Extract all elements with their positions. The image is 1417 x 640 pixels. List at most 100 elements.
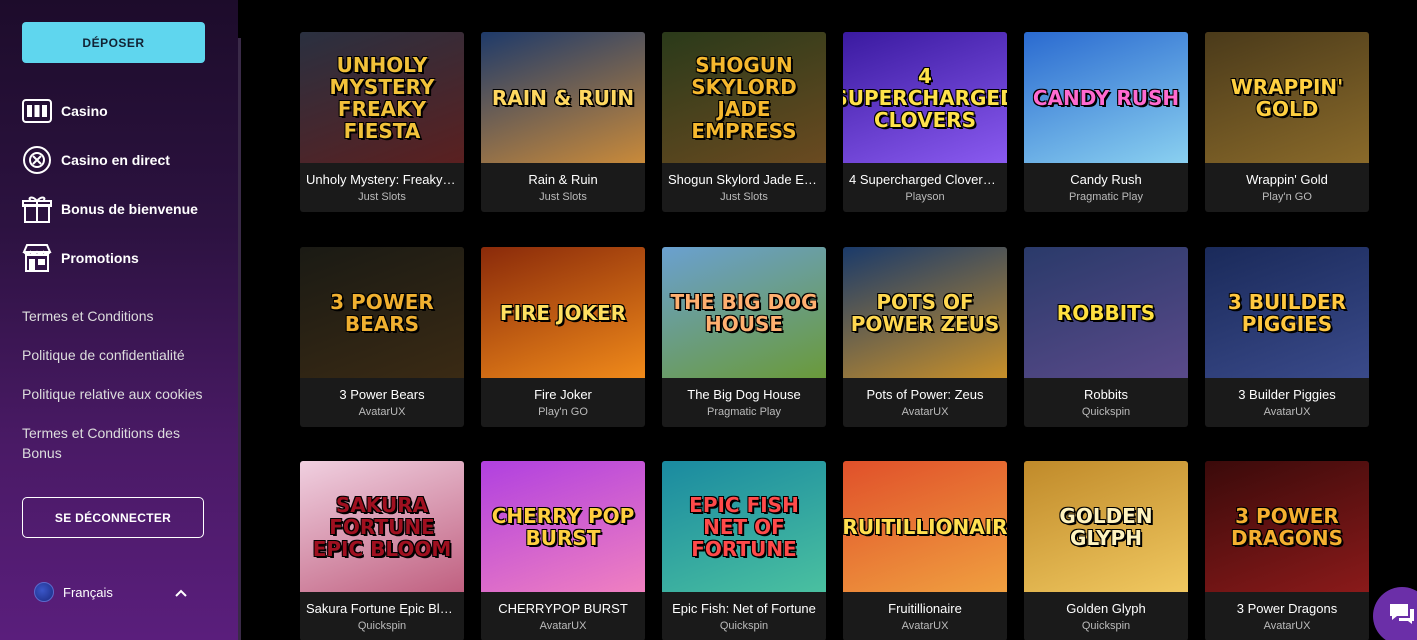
game-card[interactable]: SAKURA FORTUNE EPIC BLOOM Sakura Fortune …	[300, 461, 464, 640]
game-logo-text: FIRE JOKER	[499, 300, 627, 325]
nav-label: Promotions	[61, 250, 139, 266]
game-logo-art: 3 BUILDER PIGGIES	[1205, 247, 1369, 378]
game-logo-art: SAKURA FORTUNE EPIC BLOOM	[300, 461, 464, 592]
game-card[interactable]: FRUITILLIONAIRE Fruitillionaire AvatarUX	[843, 461, 1007, 640]
game-card[interactable]: UNHOLY MYSTERY FREAKY FIESTA Unholy Myste…	[300, 32, 464, 212]
game-card[interactable]: CANDY RUSH Candy Rush Pragmatic Play	[1024, 32, 1188, 212]
chevron-up-icon	[174, 585, 188, 603]
game-card[interactable]: SHOGUN SKYLORD JADE EMPRESS Shogun Skylor…	[662, 32, 826, 212]
game-logo-text: SAKURA FORTUNE EPIC BLOOM	[312, 492, 452, 561]
game-card[interactable]: 3 BUILDER PIGGIES 3 Builder Piggies Avatar…	[1205, 247, 1369, 427]
game-logo-art: 3 POWER DRAGONS	[1205, 461, 1369, 592]
chat-icon	[1387, 601, 1417, 632]
game-thumbnail[interactable]: SHOGUN SKYLORD JADE EMPRESS	[662, 32, 826, 163]
game-provider: Quickspin	[1081, 406, 1131, 418]
game-provider: Play'n GO	[1262, 191, 1312, 203]
game-thumbnail[interactable]: GOLDEN GLYPH	[1024, 461, 1188, 592]
game-title: Pots of Power: Zeus	[866, 387, 984, 402]
game-thumbnail[interactable]: ROBBITS	[1024, 247, 1188, 378]
game-logo-text: 3 POWER BEARS	[330, 289, 434, 336]
game-card[interactable]: CHERRY POP BURST CHERRYPOP BURST AvatarUX	[481, 461, 645, 640]
chat-button[interactable]	[1373, 587, 1417, 640]
game-title: Robbits	[1083, 387, 1129, 402]
game-provider: Just Slots	[720, 191, 768, 203]
game-logo-art: SHOGUN SKYLORD JADE EMPRESS	[662, 32, 826, 163]
globe-icon	[34, 582, 54, 602]
game-thumbnail[interactable]: SAKURA FORTUNE EPIC BLOOM	[300, 461, 464, 592]
game-logo-text: ROBBITS	[1056, 300, 1156, 325]
game-logo-art: RAIN & RUIN	[481, 32, 645, 163]
game-logo-art: POTS OF POWER ZEUS	[843, 247, 1007, 378]
game-logo-text: EPIC FISH NET OF FORTUNE	[689, 492, 799, 561]
game-logo-art: ROBBITS	[1024, 247, 1188, 378]
game-card[interactable]: THE BIG DOG HOUSE The Big Dog House Pragma…	[662, 247, 826, 427]
link-cookies[interactable]: Politique relative aux cookies	[22, 384, 212, 404]
game-logo-art: CHERRY POP BURST	[481, 461, 645, 592]
game-thumbnail[interactable]: FIRE JOKER	[481, 247, 645, 378]
game-card[interactable]: 3 POWER DRAGONS 3 Power Dragons AvatarUX	[1205, 461, 1369, 640]
nav-welcome-bonus[interactable]: Bonus de bienvenue	[22, 193, 198, 225]
chip-icon	[22, 145, 52, 175]
game-title: Rain & Ruin	[528, 172, 598, 187]
sidebar-scrollbar[interactable]	[238, 38, 241, 640]
link-privacy[interactable]: Politique de confidentialité	[22, 345, 212, 365]
game-thumbnail[interactable]: FRUITILLIONAIRE	[843, 461, 1007, 592]
game-logo-text: 4 SUPERCHARGED CLOVERS	[843, 63, 1007, 132]
game-title: Epic Fish: Net of Fortune	[672, 601, 816, 616]
game-thumbnail[interactable]: CANDY RUSH	[1024, 32, 1188, 163]
sidebar: DÉPOSER Casino Casino en direct Bonus de…	[0, 0, 238, 640]
game-thumbnail[interactable]: UNHOLY MYSTERY FREAKY FIESTA	[300, 32, 464, 163]
game-card[interactable]: 3 POWER BEARS 3 Power Bears AvatarUX	[300, 247, 464, 427]
game-thumbnail[interactable]: 3 POWER DRAGONS	[1205, 461, 1369, 592]
game-logo-text: CANDY RUSH	[1032, 85, 1180, 110]
game-card[interactable]: GOLDEN GLYPH Golden Glyph Quickspin	[1024, 461, 1188, 640]
game-provider: Just Slots	[358, 191, 406, 203]
game-logo-text: 3 BUILDER PIGGIES	[1227, 289, 1347, 336]
nav-live-casino[interactable]: Casino en direct	[22, 144, 170, 176]
game-logo-art: FRUITILLIONAIRE	[843, 461, 1007, 592]
game-card[interactable]: RAIN & RUIN Rain & Ruin Just Slots	[481, 32, 645, 212]
game-card[interactable]: 4 SUPERCHARGED CLOVERS 4 Supercharged Clo…	[843, 32, 1007, 212]
nav-promotions[interactable]: Promotions	[22, 242, 139, 274]
game-card[interactable]: WRAPPIN' GOLD Wrappin' Gold Play'n GO	[1205, 32, 1369, 212]
game-card[interactable]: EPIC FISH NET OF FORTUNE Epic Fish: Net o…	[662, 461, 826, 640]
logout-button[interactable]: SE DÉCONNECTER	[22, 497, 204, 538]
game-thumbnail[interactable]: WRAPPIN' GOLD	[1205, 32, 1369, 163]
deposit-button[interactable]: DÉPOSER	[22, 22, 205, 63]
game-logo-text: THE BIG DOG HOUSE	[670, 289, 818, 336]
game-card[interactable]: FIRE JOKER Fire Joker Play'n GO	[481, 247, 645, 427]
game-title: The Big Dog House	[687, 387, 801, 402]
game-logo-art: WRAPPIN' GOLD	[1205, 32, 1369, 163]
game-card[interactable]: POTS OF POWER ZEUS Pots of Power: Zeus Ava…	[843, 247, 1007, 427]
game-logo-art: GOLDEN GLYPH	[1024, 461, 1188, 592]
game-thumbnail[interactable]: CHERRY POP BURST	[481, 461, 645, 592]
nav-casino[interactable]: Casino	[22, 95, 108, 127]
shop-icon	[22, 243, 52, 273]
language-selector[interactable]: Français	[34, 581, 194, 603]
game-logo-text: 3 POWER DRAGONS	[1230, 503, 1344, 550]
game-thumbnail[interactable]: 3 BUILDER PIGGIES	[1205, 247, 1369, 378]
game-logo-text: SHOGUN SKYLORD JADE EMPRESS	[691, 52, 797, 143]
game-title: Golden Glyph	[1066, 601, 1146, 616]
game-title: Fire Joker	[534, 387, 592, 402]
game-thumbnail[interactable]: 4 SUPERCHARGED CLOVERS	[843, 32, 1007, 163]
game-logo-art: THE BIG DOG HOUSE	[662, 247, 826, 378]
nav-label: Casino en direct	[61, 152, 170, 168]
game-thumbnail[interactable]: THE BIG DOG HOUSE	[662, 247, 826, 378]
game-provider: Quickspin	[719, 620, 769, 632]
game-thumbnail[interactable]: EPIC FISH NET OF FORTUNE	[662, 461, 826, 592]
game-logo-art: EPIC FISH NET OF FORTUNE	[662, 461, 826, 592]
game-provider: Quickspin	[1081, 620, 1131, 632]
link-terms[interactable]: Termes et Conditions	[22, 306, 212, 326]
game-thumbnail[interactable]: RAIN & RUIN	[481, 32, 645, 163]
link-bonus-terms[interactable]: Termes et Conditions des Bonus	[22, 423, 192, 463]
game-logo-art: UNHOLY MYSTERY FREAKY FIESTA	[300, 32, 464, 163]
game-thumbnail[interactable]: 3 POWER BEARS	[300, 247, 464, 378]
game-provider: Pragmatic Play	[1069, 191, 1143, 203]
game-thumbnail[interactable]: POTS OF POWER ZEUS	[843, 247, 1007, 378]
game-card[interactable]: ROBBITS Robbits Quickspin	[1024, 247, 1188, 427]
game-title: Fruitillionaire	[888, 601, 962, 616]
game-provider: AvatarUX	[901, 406, 949, 418]
game-title: 4 Supercharged Clovers:…	[849, 172, 1001, 187]
game-provider: AvatarUX	[358, 406, 406, 418]
